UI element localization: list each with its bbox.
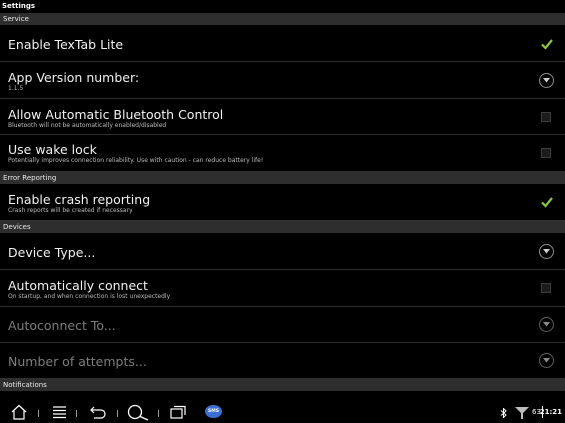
pref-summary: 1.1.5 <box>8 85 24 92</box>
pref-wake-lock[interactable]: Use wake lock Potentially improves conne… <box>0 135 565 172</box>
section-header-service: Service <box>0 13 565 25</box>
back-icon[interactable] <box>89 404 106 420</box>
pref-title: Autoconnect To... <box>8 318 116 333</box>
chevron-down-icon[interactable] <box>539 317 554 332</box>
section-header-notifications: Notifications <box>0 379 565 391</box>
pref-summary: Bluetooth will not be automatically enab… <box>8 122 167 129</box>
section-header-error-reporting: Error Reporting <box>0 172 565 184</box>
pref-title: Automatically connect <box>8 278 148 293</box>
search-icon[interactable] <box>127 404 149 421</box>
nav-separator <box>158 410 159 417</box>
pref-device-type[interactable]: Device Type... <box>0 233 565 270</box>
window-title: Settings <box>0 0 565 13</box>
pref-title: Allow Automatic Bluetooth Control <box>8 107 224 122</box>
pref-title: Enable crash reporting <box>8 192 151 207</box>
section-header-devices: Devices <box>0 221 565 233</box>
pref-crash-reporting[interactable]: Enable crash reporting Crash reports wil… <box>0 184 565 221</box>
pref-title: Device Type... <box>8 245 96 260</box>
pref-summary: Potentially improves connection reliabil… <box>8 157 264 164</box>
pref-autoconnect-to[interactable]: Autoconnect To... <box>0 307 565 343</box>
pref-title: Number of attempts... <box>8 354 147 369</box>
clock: 21:21 <box>539 408 562 416</box>
checkbox[interactable] <box>541 148 551 158</box>
menu-icon[interactable] <box>52 404 67 420</box>
pref-app-version[interactable]: App Version number: 1.1.5 <box>0 62 565 99</box>
chevron-down-icon[interactable] <box>539 244 554 259</box>
system-nav-bar: SMS 63 21:21 <box>0 401 565 423</box>
pref-bluetooth-control[interactable]: Allow Automatic Bluetooth Control Blueto… <box>0 99 565 135</box>
pref-auto-connect[interactable]: Automatically connect On startup, and wh… <box>0 270 565 307</box>
pref-title: Enable TexTab Lite <box>8 37 124 52</box>
pref-enable-textab[interactable]: Enable TexTab Lite <box>0 26 565 62</box>
checkbox[interactable] <box>541 112 551 122</box>
chevron-down-icon[interactable] <box>539 353 554 368</box>
nav-separator <box>117 410 118 417</box>
sms-icon[interactable]: SMS <box>205 405 222 418</box>
checkbox[interactable] <box>541 283 551 293</box>
check-icon[interactable] <box>541 38 553 50</box>
pref-title: App Version number: <box>8 70 140 85</box>
home-icon[interactable] <box>11 404 27 420</box>
check-icon[interactable] <box>541 196 553 208</box>
pref-summary: Crash reports will be created if necessa… <box>8 207 133 214</box>
pref-number-of-attempts[interactable]: Number of attempts... <box>0 343 565 379</box>
chevron-down-icon[interactable] <box>539 73 554 88</box>
pref-title: Use wake lock <box>8 142 97 157</box>
nav-separator <box>76 410 77 417</box>
bluetooth-icon <box>500 408 507 418</box>
signal-icon <box>515 407 529 419</box>
nav-separator <box>38 410 39 417</box>
pref-summary: On startup, and when connection is lost … <box>8 293 171 300</box>
recent-apps-icon[interactable] <box>170 404 187 420</box>
